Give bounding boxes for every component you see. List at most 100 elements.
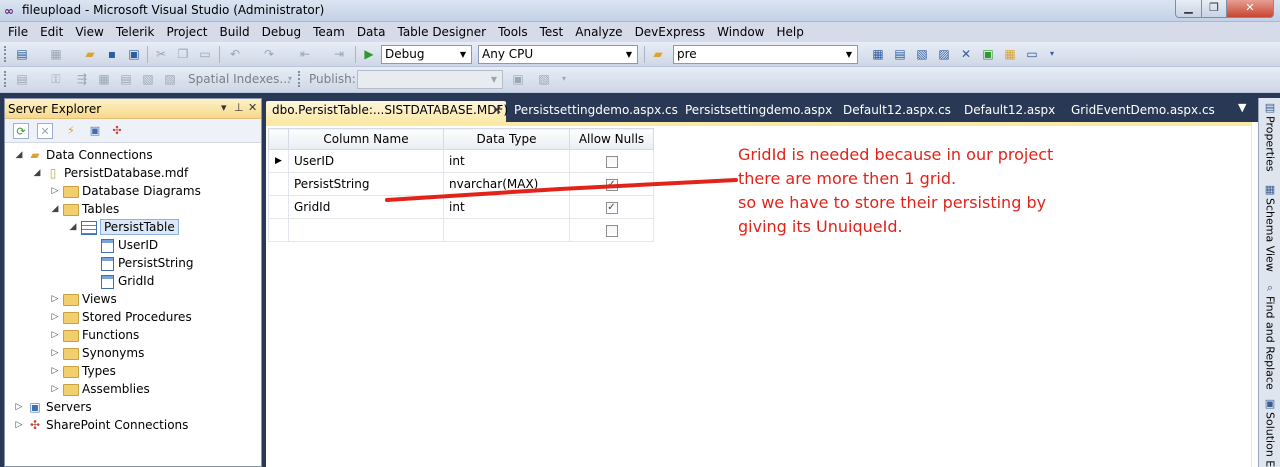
expand-icon[interactable]: ▷ (49, 366, 61, 376)
menu-view[interactable]: View (69, 25, 109, 39)
menu-file[interactable]: File (2, 25, 34, 39)
table-row[interactable]: GridId int ✓ (268, 195, 654, 219)
allow-nulls-checkbox[interactable]: ✓ (605, 178, 618, 191)
redo-icon[interactable]: ↷ (261, 46, 277, 62)
menu-test[interactable]: Test (534, 25, 570, 39)
spatial-indexes-label[interactable]: Spatial Indexes... (188, 72, 291, 86)
tab-persistsettingdemo-aspx[interactable]: Persistsettingdemo.aspx (679, 101, 832, 122)
tree-functions[interactable]: ▷ Functions (49, 326, 140, 344)
toolbar-options-icon[interactable]: ▾ (282, 71, 298, 87)
navigate-backward-icon[interactable]: ⇤ (297, 46, 313, 62)
data-type-cell[interactable]: int (443, 149, 570, 173)
pin-icon[interactable]: ⊥ (234, 101, 244, 114)
toolbar-options-icon[interactable]: ▾ (556, 71, 572, 87)
properties-tab[interactable]: ▤ Properties (1260, 100, 1280, 172)
tree-assemblies[interactable]: ▷ Assemblies (49, 380, 150, 398)
menu-tools[interactable]: Tools (492, 25, 534, 39)
menu-project[interactable]: Project (160, 25, 213, 39)
menu-analyze[interactable]: Analyze (569, 25, 628, 39)
expand-icon[interactable]: ▷ (49, 330, 61, 340)
menu-debug[interactable]: Debug (256, 25, 307, 39)
tree-persist-table[interactable]: ◢ PersistTable (67, 218, 179, 236)
publish-web-icon[interactable]: ▧ (536, 71, 552, 87)
tree-tables[interactable]: ◢ Tables (49, 200, 120, 218)
minimize-button[interactable]: ▁ (1175, 0, 1202, 18)
add-item-icon[interactable]: ▦ (48, 46, 64, 62)
command-window-icon[interactable]: ▦ (1002, 46, 1018, 62)
platform-select[interactable]: Any CPU ▼ (478, 45, 638, 64)
close-icon[interactable]: ✕ (248, 101, 257, 114)
expand-icon[interactable]: ▷ (49, 312, 61, 322)
row-selector[interactable] (268, 218, 289, 242)
expand-icon[interactable]: ▷ (13, 402, 25, 412)
menu-data[interactable]: Data (351, 25, 392, 39)
find-combo[interactable]: pre ▼ (673, 45, 858, 64)
connect-to-sharepoint-icon[interactable]: ✣ (109, 123, 125, 139)
spatial-indexes-icon[interactable]: ▨ (162, 71, 178, 87)
indexes-keys-icon[interactable]: ▦ (96, 71, 112, 87)
connect-to-server-icon[interactable]: ▣ (87, 123, 103, 139)
start-debugging-icon[interactable]: ▶ (361, 46, 377, 62)
menu-window[interactable]: Window (711, 25, 770, 39)
save-icon[interactable]: ▪ (104, 46, 120, 62)
column-name-cell[interactable]: PersistString (288, 172, 444, 196)
tree-views[interactable]: ▷ Views (49, 290, 117, 308)
tree-database[interactable]: ◢ ▯ PersistDatabase.mdf (31, 164, 189, 182)
tab-default12-aspx[interactable]: Default12.aspx (958, 101, 1055, 122)
publish-settings-icon[interactable]: ▣ (510, 71, 526, 87)
tree-data-connections[interactable]: ◢ ▰ Data Connections (13, 146, 153, 164)
toolbar-grip[interactable] (4, 46, 7, 62)
current-row-indicator-icon[interactable]: ▶ (268, 149, 289, 173)
toolbox-icon[interactable]: ▨ (936, 46, 952, 62)
collapse-icon[interactable]: ◢ (31, 168, 43, 178)
fulltext-index-icon[interactable]: ▤ (118, 71, 134, 87)
menu-telerik[interactable]: Telerik (110, 25, 161, 39)
data-type-cell[interactable]: nvarchar(MAX) (443, 172, 570, 196)
expand-icon[interactable]: ▷ (13, 420, 25, 430)
allow-nulls-checkbox[interactable] (605, 155, 618, 168)
publish-select[interactable]: ▼ (357, 70, 503, 89)
tab-list-dropdown-icon[interactable]: ▼ (1238, 101, 1246, 114)
row-selector[interactable] (268, 172, 289, 196)
tab-persisttable-designer[interactable]: dbo.PersistTable:...SISTDATABASE.MDF) ✕ (266, 101, 508, 122)
set-primary-key-icon[interactable]: ⚿ (48, 71, 64, 87)
expand-icon[interactable]: ▷ (49, 186, 61, 196)
new-project-icon[interactable]: ▤ (14, 46, 30, 62)
toolbar-options-icon[interactable]: ▾ (1044, 46, 1060, 62)
close-button[interactable]: ✕ (1226, 0, 1274, 18)
toolbar-grip[interactable] (4, 71, 7, 87)
tree-sharepoint[interactable]: ▷ ✣ SharePoint Connections (13, 416, 189, 434)
expand-icon[interactable]: ▷ (49, 384, 61, 394)
menu-edit[interactable]: Edit (34, 25, 69, 39)
data-type-cell[interactable]: int (443, 195, 570, 219)
table-row[interactable]: ▶ UserID int (268, 149, 654, 173)
stop-refresh-icon[interactable]: ✕ (37, 123, 53, 139)
generate-change-script-icon[interactable]: ▤ (14, 71, 30, 87)
column-name-cell[interactable] (288, 218, 444, 242)
table-row[interactable]: PersistString nvarchar(MAX) ✓ (268, 172, 654, 196)
data-type-cell[interactable] (443, 218, 570, 242)
tab-default12-cs[interactable]: Default12.aspx.cs (837, 101, 951, 122)
collapse-icon[interactable]: ◢ (49, 204, 61, 214)
close-tab-icon[interactable]: ✕ (492, 101, 502, 120)
paste-icon[interactable]: ▭ (197, 46, 213, 62)
tree-column-userid[interactable]: UserID (97, 236, 158, 254)
solution-explorer-icon[interactable]: ▦ (870, 46, 886, 62)
solution-explorer-tab[interactable]: ▣ Solution E (1260, 396, 1280, 467)
menu-build[interactable]: Build (214, 25, 256, 39)
maximize-button[interactable]: ❐ (1201, 0, 1227, 18)
start-page-icon[interactable]: ▣ (980, 46, 996, 62)
connect-to-database-icon[interactable]: ⚡ (63, 123, 79, 139)
save-all-icon[interactable]: ▣ (126, 46, 142, 62)
refresh-icon[interactable]: ⟳ (13, 123, 29, 139)
row-selector[interactable] (268, 195, 289, 219)
relationships-icon[interactable]: ⇶ (74, 71, 90, 87)
tree-database-diagrams[interactable]: ▷ Database Diagrams (49, 182, 201, 200)
menu-help[interactable]: Help (770, 25, 809, 39)
column-name-cell[interactable]: UserID (288, 149, 444, 173)
tree-column-gridid[interactable]: GridId (97, 272, 154, 290)
copy-icon[interactable]: ❐ (175, 46, 191, 62)
expand-icon[interactable]: ▷ (49, 294, 61, 304)
tab-persistsettingdemo-cs[interactable]: Persistsettingdemo.aspx.cs (508, 101, 678, 122)
menu-devexpress[interactable]: DevExpress (629, 25, 712, 39)
